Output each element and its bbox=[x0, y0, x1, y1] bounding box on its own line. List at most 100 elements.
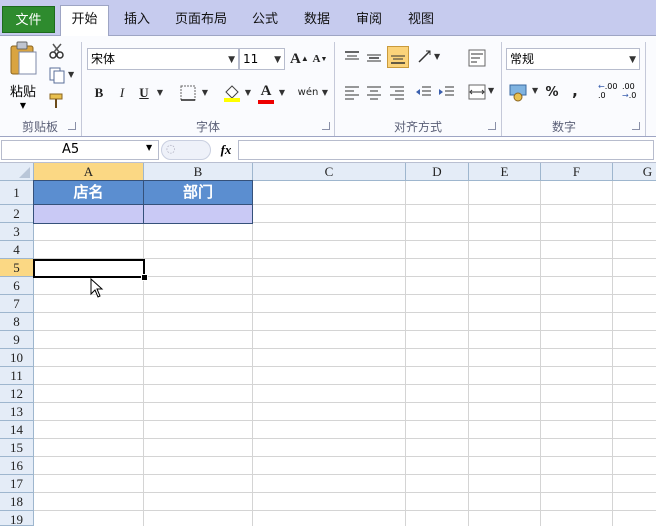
fill-color-button[interactable] bbox=[222, 82, 242, 104]
comma-style-button[interactable]: , bbox=[566, 80, 584, 102]
row-header-6[interactable]: 6 bbox=[0, 277, 34, 295]
accounting-format-button[interactable]: ▼ bbox=[508, 82, 540, 102]
decrease-decimal-button[interactable]: .00 →.0 bbox=[622, 82, 644, 104]
increase-decimal-button[interactable]: ←.00.0 bbox=[598, 82, 620, 104]
column-header-e[interactable]: E bbox=[469, 163, 541, 181]
row-header-9[interactable]: 9 bbox=[0, 331, 34, 349]
row-header-14[interactable]: 14 bbox=[0, 421, 34, 439]
borders-button[interactable] bbox=[178, 82, 198, 104]
align-right-button[interactable] bbox=[387, 82, 407, 102]
name-box-dropdown-arrow[interactable]: ▼ bbox=[146, 143, 152, 152]
copy-icon bbox=[49, 67, 65, 84]
font-size-select[interactable]: 11 ▼ bbox=[239, 48, 285, 70]
cell-a2[interactable] bbox=[33, 204, 144, 224]
font-dialog-launcher[interactable] bbox=[322, 122, 330, 130]
align-bottom-button[interactable] bbox=[387, 46, 409, 68]
row-header-5[interactable]: 5 bbox=[0, 259, 34, 277]
column-header-f[interactable]: F bbox=[541, 163, 613, 181]
borders-dropdown-arrow[interactable]: ▼ bbox=[200, 82, 210, 104]
row-header-15[interactable]: 15 bbox=[0, 439, 34, 457]
increase-indent-button[interactable] bbox=[437, 82, 457, 102]
select-all-button[interactable] bbox=[0, 163, 34, 181]
cell-b1[interactable]: 部门 bbox=[143, 180, 253, 205]
underline-dropdown-arrow[interactable]: ▼ bbox=[155, 82, 165, 104]
gridline bbox=[34, 474, 656, 475]
paste-button[interactable]: 粘贴 ▼ bbox=[6, 40, 40, 112]
merge-dropdown-arrow[interactable]: ▼ bbox=[488, 86, 494, 95]
clipboard-dialog-launcher[interactable] bbox=[68, 122, 76, 130]
row-header-12[interactable]: 12 bbox=[0, 385, 34, 403]
copy-button[interactable]: ▼ bbox=[48, 66, 76, 84]
font-name-select[interactable]: 宋体 ▼ bbox=[87, 48, 239, 70]
row-header-1[interactable]: 1 bbox=[0, 181, 34, 205]
column-header-c[interactable]: C bbox=[253, 163, 406, 181]
orientation-dropdown-arrow[interactable]: ▼ bbox=[434, 52, 440, 61]
insert-function-button[interactable]: fx bbox=[216, 140, 236, 160]
align-middle-icon bbox=[367, 54, 381, 62]
font-color-dropdown-arrow[interactable]: ▼ bbox=[277, 82, 287, 104]
row-header-2[interactable]: 2 bbox=[0, 205, 34, 223]
wrap-text-icon bbox=[468, 49, 486, 67]
format-painter-button[interactable] bbox=[48, 91, 66, 109]
fill-handle[interactable] bbox=[141, 274, 148, 281]
tab-view[interactable]: 视图 bbox=[404, 9, 438, 31]
wrap-text-button[interactable] bbox=[467, 48, 489, 68]
row-header-13[interactable]: 13 bbox=[0, 403, 34, 421]
align-center-button[interactable] bbox=[364, 82, 384, 102]
tab-review[interactable]: 审阅 bbox=[352, 9, 386, 31]
merge-center-button[interactable]: ▼ bbox=[467, 82, 495, 102]
row-header-7[interactable]: 7 bbox=[0, 295, 34, 313]
column-header-d[interactable]: D bbox=[406, 163, 469, 181]
number-format-select[interactable]: 常规 ▼ bbox=[506, 48, 640, 70]
phonetic-dropdown-arrow[interactable]: ▼ bbox=[320, 82, 330, 104]
align-middle-button[interactable] bbox=[364, 48, 384, 68]
row-header-18[interactable]: 18 bbox=[0, 493, 34, 511]
tab-file[interactable]: 文件 bbox=[2, 6, 55, 33]
font-color-button[interactable]: A bbox=[256, 80, 276, 104]
tab-insert[interactable]: 插入 bbox=[120, 9, 154, 31]
underline-button[interactable]: U bbox=[134, 82, 154, 104]
cell-a1[interactable]: 店名 bbox=[33, 180, 144, 205]
shrink-font-button[interactable]: A▼ bbox=[312, 48, 328, 70]
align-top-icon bbox=[345, 51, 359, 60]
column-header-g[interactable]: G bbox=[613, 163, 656, 181]
paste-dropdown-arrow[interactable]: ▼ bbox=[6, 101, 40, 110]
gridline bbox=[34, 366, 656, 367]
copy-dropdown-arrow[interactable]: ▼ bbox=[68, 70, 74, 79]
phonetic-guide-button[interactable]: wén bbox=[296, 82, 320, 104]
accounting-dropdown-arrow[interactable]: ▼ bbox=[532, 86, 538, 95]
row-header-11[interactable]: 11 bbox=[0, 367, 34, 385]
tab-formulas[interactable]: 公式 bbox=[248, 9, 282, 31]
italic-button[interactable]: I bbox=[112, 82, 132, 104]
column-header-a[interactable]: A bbox=[34, 163, 144, 181]
row-header-3[interactable]: 3 bbox=[0, 223, 34, 241]
fill-color-dropdown-arrow[interactable]: ▼ bbox=[243, 82, 253, 104]
active-cell-a5[interactable] bbox=[33, 259, 145, 278]
orientation-button[interactable]: ▼ bbox=[416, 48, 442, 68]
row-header-10[interactable]: 10 bbox=[0, 349, 34, 367]
tab-data[interactable]: 数据 bbox=[300, 9, 334, 31]
percent-style-button[interactable]: % bbox=[543, 82, 561, 104]
align-top-button[interactable] bbox=[342, 48, 362, 68]
chevron-down-icon: ▼ bbox=[228, 55, 235, 65]
formula-input[interactable] bbox=[238, 140, 654, 160]
row-header-4[interactable]: 4 bbox=[0, 241, 34, 259]
tab-home[interactable]: 开始 bbox=[60, 5, 109, 36]
name-box[interactable]: A5 bbox=[1, 140, 159, 160]
decrease-indent-button[interactable] bbox=[414, 82, 434, 102]
align-bottom-icon bbox=[391, 55, 405, 64]
row-header-16[interactable]: 16 bbox=[0, 457, 34, 475]
bold-button[interactable]: B bbox=[88, 82, 110, 104]
row-header-19[interactable]: 19 bbox=[0, 511, 34, 526]
tab-page-layout[interactable]: 页面布局 bbox=[172, 9, 230, 31]
column-header-b[interactable]: B bbox=[144, 163, 253, 181]
alignment-dialog-launcher[interactable] bbox=[488, 122, 496, 130]
row-header-17[interactable]: 17 bbox=[0, 475, 34, 493]
cell-b2[interactable] bbox=[143, 204, 253, 224]
formula-expand-toggle[interactable]: ◌ bbox=[161, 140, 211, 160]
align-left-button[interactable] bbox=[342, 82, 362, 102]
number-dialog-launcher[interactable] bbox=[632, 122, 640, 130]
row-header-8[interactable]: 8 bbox=[0, 313, 34, 331]
cut-button[interactable] bbox=[48, 42, 66, 60]
grow-font-button[interactable]: A▲ bbox=[290, 48, 309, 70]
